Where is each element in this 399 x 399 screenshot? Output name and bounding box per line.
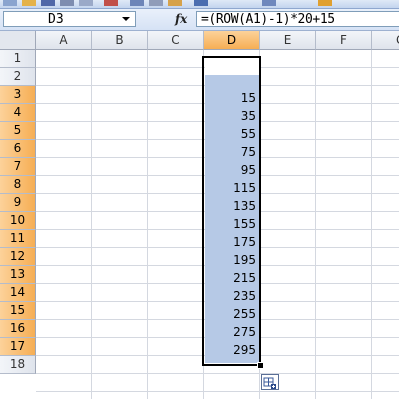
- row-header-1[interactable]: 1: [0, 50, 36, 68]
- cell-d16[interactable]: 275: [205, 323, 256, 341]
- print-icon[interactable]: [60, 0, 74, 6]
- cell-d7[interactable]: 95: [205, 161, 256, 179]
- column-header-g[interactable]: G: [372, 31, 399, 50]
- save-icon[interactable]: [41, 0, 55, 6]
- fill-handle[interactable]: [257, 362, 264, 369]
- new-icon[interactable]: [3, 0, 17, 6]
- autofill-options-icon: [263, 377, 276, 389]
- select-all-corner[interactable]: [0, 31, 36, 50]
- row-header-9[interactable]: 9: [0, 194, 36, 212]
- row-header-18[interactable]: 18: [0, 356, 36, 374]
- column-header-d[interactable]: D: [204, 31, 260, 50]
- column-header-b[interactable]: B: [92, 31, 148, 50]
- formula-input[interactable]: =(ROW(A1)-1)*20+15: [196, 11, 399, 27]
- cut-icon[interactable]: [130, 0, 144, 6]
- dropdown-arrow-icon[interactable]: [117, 12, 135, 26]
- paste-icon[interactable]: [168, 0, 182, 6]
- row-header-2[interactable]: 2: [0, 68, 36, 86]
- cell-d13[interactable]: 215: [205, 269, 256, 287]
- cell-d9[interactable]: 135: [205, 197, 256, 215]
- row-header-15[interactable]: 15: [0, 302, 36, 320]
- row-header-14[interactable]: 14: [0, 284, 36, 302]
- row-header-10[interactable]: 10: [0, 212, 36, 230]
- fx-label[interactable]: fx: [175, 12, 187, 26]
- row-header-8[interactable]: 8: [0, 176, 36, 194]
- column-header-e[interactable]: E: [260, 31, 316, 50]
- cell-d14[interactable]: 235: [205, 287, 256, 305]
- formula-text: =(ROW(A1)-1)*20+15: [201, 12, 335, 27]
- cell-d17[interactable]: 295: [205, 341, 256, 359]
- column-header-a[interactable]: A: [36, 31, 92, 50]
- row-header-13[interactable]: 13: [0, 266, 36, 284]
- formula-row: D3 fx =(ROW(A1)-1)*20+15: [0, 9, 399, 31]
- row-header-7[interactable]: 7: [0, 158, 36, 176]
- row-header-12[interactable]: 12: [0, 248, 36, 266]
- chart-icon[interactable]: [318, 0, 332, 6]
- toolbar: [0, 0, 399, 9]
- row-header-11[interactable]: 11: [0, 230, 36, 248]
- cell-d3[interactable]: 15: [205, 89, 256, 107]
- name-box[interactable]: D3: [3, 11, 136, 27]
- name-box-value: D3: [48, 12, 64, 27]
- cell-d15[interactable]: 255: [205, 305, 256, 323]
- column-header-c[interactable]: C: [148, 31, 204, 50]
- copy-icon[interactable]: [149, 0, 163, 6]
- cell-d12[interactable]: 195: [205, 251, 256, 269]
- undo-icon[interactable]: [194, 0, 208, 6]
- preview-icon[interactable]: [79, 0, 93, 6]
- grid-line: [36, 391, 399, 392]
- cell-d8[interactable]: 115: [205, 179, 256, 197]
- row-header-4[interactable]: 4: [0, 104, 36, 122]
- column-header-f[interactable]: F: [316, 31, 372, 50]
- row-header-5[interactable]: 5: [0, 122, 36, 140]
- cell-d11[interactable]: 175: [205, 233, 256, 251]
- autofill-options-button[interactable]: [261, 374, 279, 390]
- row-header-16[interactable]: 16: [0, 320, 36, 338]
- spelling-icon[interactable]: [104, 0, 118, 6]
- row-header-17[interactable]: 17: [0, 338, 36, 356]
- worksheet-grid[interactable]: A B C D E F G 1 2 3 4 5 6 7 8 9 10 11 12…: [0, 31, 399, 399]
- row-header-6[interactable]: 6: [0, 140, 36, 158]
- row-header-3[interactable]: 3: [0, 86, 36, 104]
- cell-d10[interactable]: 155: [205, 215, 256, 233]
- cell-d4[interactable]: 35: [205, 107, 256, 125]
- grid-line: [36, 373, 399, 374]
- sort-icon[interactable]: [262, 0, 276, 6]
- open-icon[interactable]: [22, 0, 36, 6]
- cell-d6[interactable]: 75: [205, 143, 256, 161]
- cell-d5[interactable]: 55: [205, 125, 256, 143]
